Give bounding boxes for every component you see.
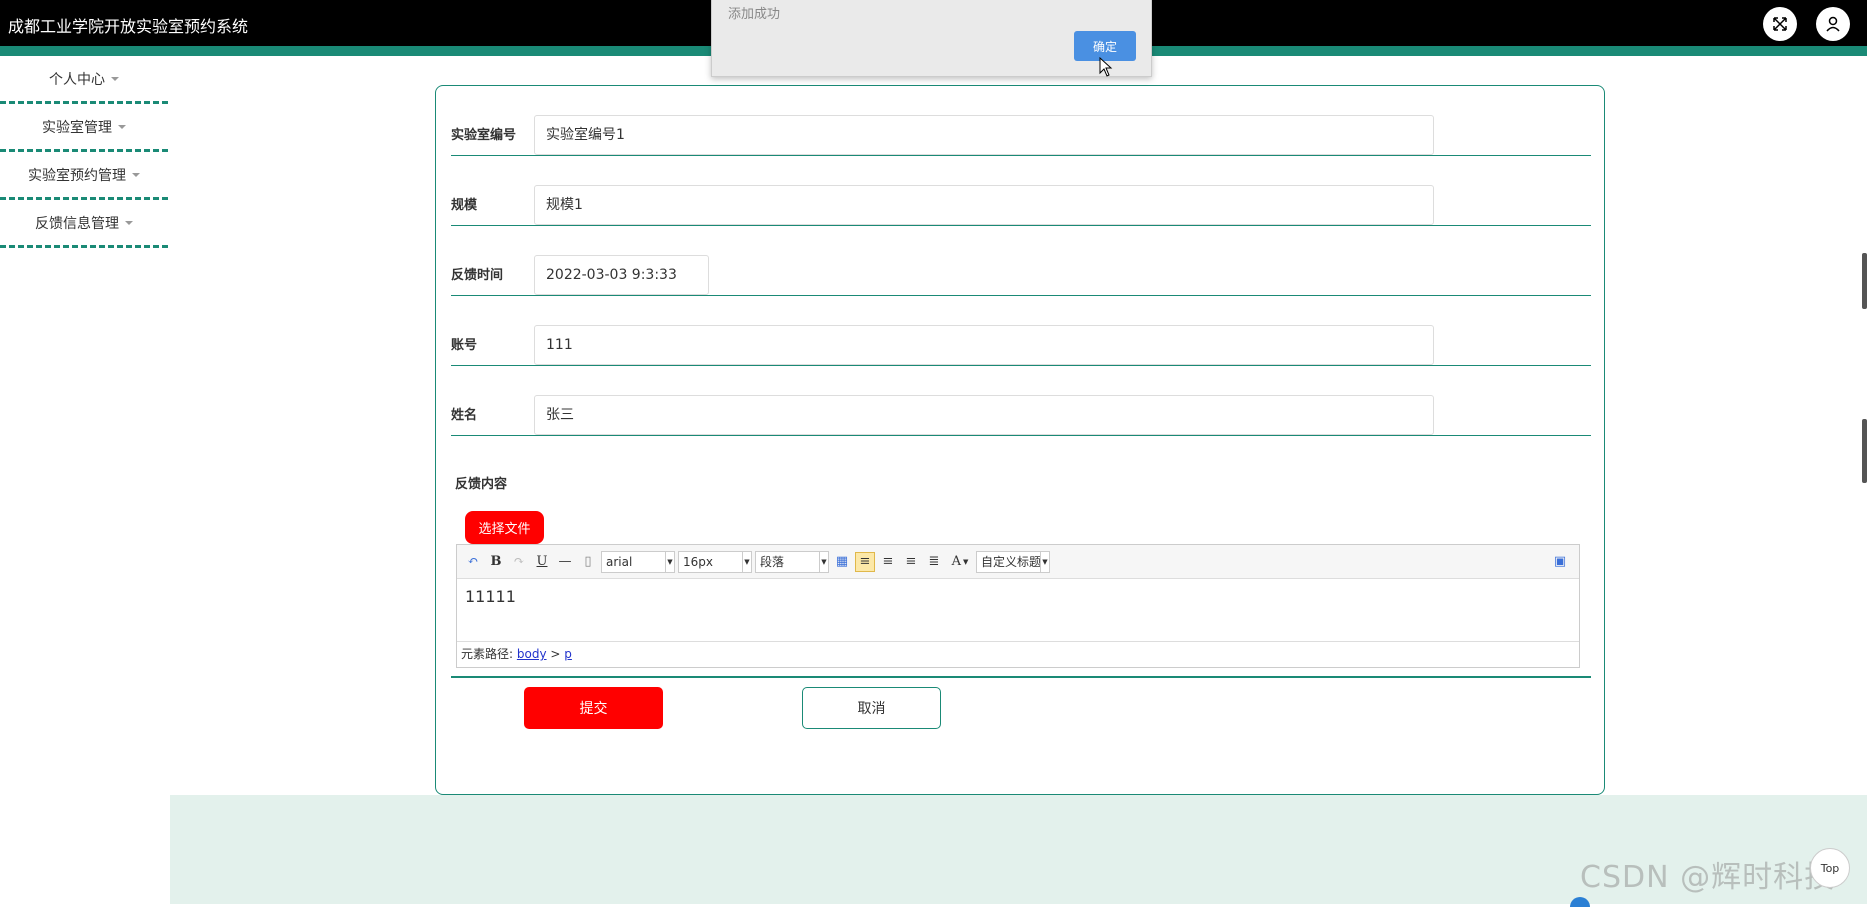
page-icon[interactable]: ▯ bbox=[578, 552, 598, 572]
sidebar-item-lab-booking[interactable]: 实验室预约管理 bbox=[0, 152, 168, 200]
feedback-time-label: 反馈时间 bbox=[451, 268, 504, 283]
choose-file-button[interactable]: 选择文件 bbox=[465, 511, 544, 544]
font-family-value: arial bbox=[606, 554, 633, 569]
sidebar-item-label: 反馈信息管理 bbox=[35, 215, 119, 232]
dropdown-arrow-icon: ▼ bbox=[665, 551, 674, 572]
custom-title-value: 自定义标题 bbox=[981, 555, 1042, 569]
form-row-feedback-time: 反馈时间 2022-03-03 9:3:33 bbox=[451, 226, 1591, 296]
sidebar-item-lab-management[interactable]: 实验室管理 bbox=[0, 104, 168, 152]
horizontal-rule-icon[interactable]: — bbox=[555, 552, 575, 572]
editor-toolbar: ↶ B ↷ U — ▯ arial ▼ 16px ▼ 段落 ▼ ▦ ≡ ≡ ≡ ≣ A… bbox=[457, 545, 1579, 579]
scrollbar-thumb[interactable] bbox=[1862, 253, 1867, 309]
feedback-content-label: 反馈内容 bbox=[455, 477, 508, 492]
watermark-text: CSDN @辉时科技 bbox=[1580, 860, 1836, 895]
name-label: 姓名 bbox=[451, 408, 478, 423]
dropdown-arrow-icon: ▼ bbox=[1040, 551, 1049, 572]
underline-icon[interactable]: U bbox=[532, 552, 552, 572]
align-right-icon[interactable]: ≡ bbox=[878, 552, 898, 572]
mouse-cursor-icon bbox=[1099, 57, 1113, 77]
element-path-bar: 元素路径: body > p bbox=[457, 641, 1579, 667]
user-button[interactable] bbox=[1816, 7, 1850, 41]
account-input[interactable]: 111 bbox=[534, 325, 1434, 365]
caret-down-icon bbox=[132, 172, 140, 177]
submit-button[interactable]: 提交 bbox=[524, 687, 663, 729]
sidebar-item-label: 实验室管理 bbox=[42, 119, 112, 136]
caret-down-icon bbox=[118, 124, 126, 129]
paragraph-select[interactable]: 段落 ▼ bbox=[755, 550, 829, 573]
align-center-icon[interactable]: ≡ bbox=[901, 552, 921, 572]
font-size-value: 16px bbox=[683, 554, 713, 569]
editor-content[interactable]: 11111 bbox=[457, 579, 1579, 641]
font-family-select[interactable]: arial ▼ bbox=[601, 550, 675, 573]
success-dialog: 添加成功 确定 bbox=[711, 0, 1152, 77]
redo-icon[interactable]: ↷ bbox=[509, 552, 529, 572]
dialog-message: 添加成功 bbox=[728, 7, 781, 22]
sidebar-item-label: 实验室预约管理 bbox=[28, 167, 126, 184]
form-row-name: 姓名 张三 bbox=[451, 366, 1591, 436]
form-row-lab-number: 实验室编号 实验室编号1 bbox=[451, 86, 1591, 156]
sidebar-item-feedback[interactable]: 反馈信息管理 bbox=[0, 200, 168, 248]
align-left-icon[interactable]: ≡ bbox=[855, 551, 875, 572]
scrollbar-thumb-secondary[interactable] bbox=[1862, 419, 1867, 483]
align-justify-icon[interactable]: ≣ bbox=[924, 552, 944, 572]
path-body-link[interactable]: body bbox=[517, 647, 547, 661]
lab-number-input[interactable]: 实验室编号1 bbox=[534, 115, 1434, 155]
user-icon bbox=[1826, 16, 1840, 32]
custom-title-select[interactable]: 自定义标题 ▼ bbox=[976, 550, 1050, 573]
scale-input[interactable]: 规模1 bbox=[534, 185, 1434, 225]
table-icon[interactable]: ▦ bbox=[832, 552, 852, 572]
form-row-scale: 规模 规模1 bbox=[451, 156, 1591, 226]
sidebar-item-label: 个人中心 bbox=[49, 71, 105, 88]
undo-icon[interactable]: ↶ bbox=[463, 552, 483, 572]
font-color-icon[interactable]: A ▼ bbox=[947, 552, 973, 572]
scale-label: 规模 bbox=[451, 198, 478, 213]
dropdown-arrow-icon: ▼ bbox=[742, 551, 751, 572]
form-row-account: 账号 111 bbox=[451, 296, 1591, 366]
lab-number-label: 实验室编号 bbox=[451, 128, 517, 143]
path-p-link[interactable]: p bbox=[564, 647, 572, 661]
account-label: 账号 bbox=[451, 338, 478, 353]
font-size-select[interactable]: 16px ▼ bbox=[678, 550, 752, 573]
expand-icon bbox=[1773, 17, 1787, 31]
caret-down-icon bbox=[111, 76, 119, 81]
name-input[interactable]: 张三 bbox=[534, 395, 1434, 435]
sidebar: 个人中心 实验室管理 实验室预约管理 反馈信息管理 bbox=[0, 56, 170, 248]
cancel-button[interactable]: 取消 bbox=[802, 687, 941, 729]
fullscreen-button[interactable] bbox=[1763, 7, 1797, 41]
bold-icon[interactable]: B bbox=[486, 552, 506, 572]
dropdown-arrow-icon: ▼ bbox=[819, 551, 828, 572]
form-divider bbox=[451, 676, 1591, 678]
caret-down-icon bbox=[125, 220, 133, 225]
element-path-label: 元素路径: bbox=[461, 647, 514, 661]
fullscreen-editor-icon[interactable]: ▣ bbox=[1550, 552, 1570, 572]
paragraph-value: 段落 bbox=[760, 555, 785, 569]
path-separator: > bbox=[550, 647, 561, 661]
feedback-form: 实验室编号 实验室编号1 规模 规模1 反馈时间 2022-03-03 9:3:… bbox=[435, 85, 1605, 795]
app-title: 成都工业学院开放实验室预约系统 bbox=[8, 17, 249, 36]
back-to-top-button[interactable]: Top bbox=[1810, 848, 1850, 888]
rich-text-editor: ↶ B ↷ U — ▯ arial ▼ 16px ▼ 段落 ▼ ▦ ≡ ≡ ≡ ≣ A… bbox=[456, 544, 1580, 668]
sidebar-item-personal[interactable]: 个人中心 bbox=[0, 56, 168, 104]
feedback-time-input[interactable]: 2022-03-03 9:3:33 bbox=[534, 255, 709, 295]
